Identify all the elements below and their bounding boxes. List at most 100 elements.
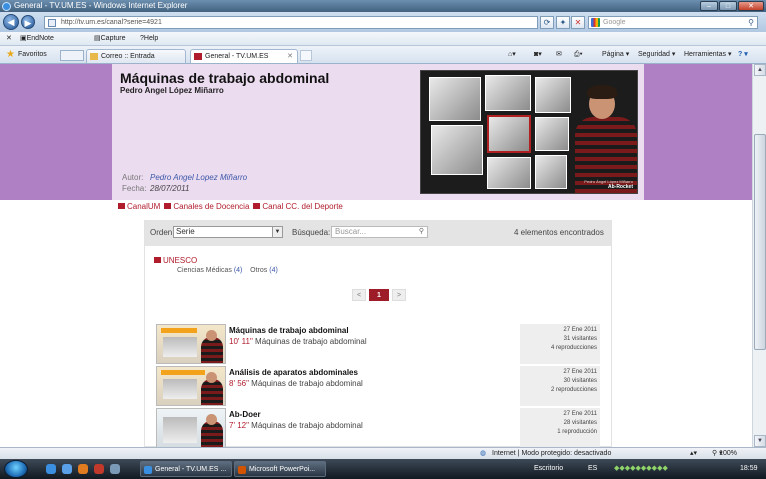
- minimize-button[interactable]: –: [700, 1, 718, 11]
- order-label: Orden: [150, 228, 173, 237]
- close-button[interactable]: ✕: [738, 1, 764, 11]
- next-page-button[interactable]: >: [392, 289, 406, 301]
- tools-menu[interactable]: Herramientas ▾: [684, 46, 731, 64]
- date-value: 28/07/2011: [150, 184, 190, 193]
- collage-photo: [485, 75, 531, 111]
- status-bar: ◍ Internet | Modo protegido: desactivado…: [0, 447, 766, 459]
- video-thumbnail[interactable]: [156, 408, 226, 447]
- quicklaunch-desktop-icon[interactable]: [62, 464, 72, 474]
- video-stats: 27 Ene 2011 30 visitantes 2 reproducciones: [520, 366, 600, 406]
- quicklaunch-firefox-icon[interactable]: [78, 464, 88, 474]
- help-menu[interactable]: ? ▾: [738, 46, 748, 64]
- breadcrumb-canalum[interactable]: CanalUM: [118, 202, 160, 211]
- author-link[interactable]: Pedro Angel Lopez Miñarro: [150, 173, 247, 182]
- globe-icon: ◍: [480, 450, 487, 457]
- presenter-photo: [571, 81, 637, 193]
- list-item[interactable]: Máquinas de trabajo abdominal 10' 11" Má…: [156, 324, 600, 364]
- list-item[interactable]: Ab-Doer 7' 12" Máquinas de trabajo abdom…: [156, 408, 600, 447]
- zone-settings-icon[interactable]: ▴▾: [690, 448, 697, 459]
- video-thumbnail[interactable]: [156, 324, 226, 364]
- quicklaunch-app-icon[interactable]: [94, 464, 104, 474]
- scroll-up-button[interactable]: ▲: [754, 64, 766, 76]
- help-link[interactable]: ? Help: [140, 32, 158, 46]
- search-icon[interactable]: ⚲: [419, 227, 424, 237]
- security-menu[interactable]: Seguridad ▾: [638, 46, 675, 64]
- video-title[interactable]: Análisis de aparatos abdominales: [229, 368, 358, 377]
- favorites-button[interactable]: Favoritos: [18, 46, 47, 64]
- taskbar-powerpoint-button[interactable]: Microsoft PowerPoi...: [234, 461, 326, 477]
- search-box[interactable]: Google ⚲: [588, 16, 758, 29]
- video-duration: 10' 11" Máquinas de trabajo abdominal: [229, 337, 367, 346]
- clock[interactable]: 18:59: [740, 459, 758, 479]
- links-toolbar: ✕ ▣ EndNote Web 3.3 ▤ Capture ? Help: [0, 32, 766, 56]
- address-input[interactable]: http://tv.um.es/canal?serie=4921: [44, 16, 538, 29]
- breadcrumb-canales-docencia[interactable]: Canales de Docencia: [164, 202, 249, 211]
- collage-photo: [431, 125, 483, 175]
- zoom-button[interactable]: ⚲ 100% ▾: [712, 448, 737, 459]
- toolbar-close-button[interactable]: ✕: [6, 32, 12, 46]
- video-stats: 27 Ene 2011 28 visitantes 1 reproducción: [520, 408, 600, 447]
- refresh-button[interactable]: ⟳: [540, 16, 554, 29]
- home-icon[interactable]: ⌂▾: [508, 46, 516, 64]
- page-menu[interactable]: Página ▾: [602, 46, 629, 64]
- video-title[interactable]: Máquinas de trabajo abdominal: [229, 326, 349, 335]
- author-label: Autor:: [122, 173, 144, 182]
- forward-button[interactable]: ▶: [21, 15, 35, 29]
- video-duration: 8' 56" Máquinas de trabajo abdominal: [229, 379, 363, 388]
- close-tab-icon[interactable]: ✕: [287, 50, 293, 64]
- back-button[interactable]: ◀: [3, 14, 19, 30]
- language-indicator[interactable]: ES: [588, 459, 597, 479]
- window-title: General - TV.UM.ES - Windows Internet Ex…: [14, 1, 188, 10]
- video-stats: 27 Ene 2011 31 visitantes 4 reproducciones: [520, 324, 600, 364]
- compat-view-button[interactable]: ✦: [556, 16, 570, 29]
- tray-icons[interactable]: ◆◆◆◆◆◆◆◆◆◆: [614, 459, 668, 479]
- endnote-link[interactable]: ▣ EndNote Web 3.3: [20, 32, 54, 56]
- stop-button[interactable]: ✕: [571, 16, 585, 29]
- tab-correo[interactable]: Correo :: Entrada: [86, 49, 186, 63]
- vertical-scrollbar[interactable]: ▲ ▼: [752, 64, 766, 447]
- page-subtitle: Pedro Angel López Miñarro: [120, 86, 224, 95]
- quicklaunch-switch-icon[interactable]: [110, 464, 120, 474]
- video-title[interactable]: Ab-Doer: [229, 410, 261, 419]
- results-count: 4 elementos encontrados: [514, 228, 604, 237]
- search-input[interactable]: Buscar... ⚲: [331, 226, 428, 238]
- subcategory-links: Ciencias Médicas (4) Otros (4): [177, 267, 278, 274]
- list-item[interactable]: Análisis de aparatos abdominales 8' 56" …: [156, 366, 600, 406]
- collage-photo: [535, 77, 571, 113]
- feeds-icon[interactable]: ◙▾: [534, 46, 542, 64]
- scroll-down-button[interactable]: ▼: [754, 435, 766, 447]
- print-icon[interactable]: ⎙▾: [574, 46, 583, 64]
- tab-bar: ★ Favoritos Correo :: Entrada General - …: [0, 46, 766, 64]
- subcategory-otros[interactable]: Otros (4): [250, 267, 278, 274]
- start-button[interactable]: [4, 460, 28, 478]
- maximize-button[interactable]: □: [719, 1, 737, 11]
- order-select[interactable]: Serie ▼: [173, 226, 283, 238]
- new-tab-button[interactable]: [300, 50, 312, 61]
- ie-logo-icon: [2, 2, 11, 11]
- zone-status[interactable]: Internet | Modo protegido: desactivado: [492, 448, 611, 459]
- mail-cmd-icon[interactable]: ✉: [556, 46, 562, 64]
- video-icon: [253, 203, 261, 209]
- scroll-thumb[interactable]: [754, 134, 766, 350]
- window-controls: – □ ✕: [700, 1, 764, 11]
- video-icon: [164, 203, 172, 209]
- desktop-toolbar[interactable]: Escritorio: [534, 459, 563, 479]
- tab-general[interactable]: General - TV.UM.ES ✕: [190, 49, 298, 63]
- collage-photo: [429, 77, 481, 121]
- quick-tabs-button[interactable]: [60, 50, 84, 61]
- breadcrumb-canal-deporte[interactable]: Canal CC. del Deporte: [253, 202, 343, 211]
- favorites-star-icon: ★: [6, 49, 15, 60]
- hero-caption-title: Ab-Rocket: [607, 184, 633, 190]
- category-unesco[interactable]: UNESCO: [154, 256, 197, 265]
- page-1-button[interactable]: 1: [369, 289, 389, 301]
- taskbar-ie-button[interactable]: General - TV.UM.ES ...: [140, 461, 232, 477]
- prev-page-button[interactable]: <: [352, 289, 366, 301]
- subcategory-ciencias-medicas[interactable]: Ciencias Médicas (4): [177, 267, 242, 274]
- search-icon[interactable]: ⚲: [748, 17, 754, 28]
- capture-link[interactable]: ▤ Capture: [94, 32, 126, 46]
- address-row: ◀ ▶ http://tv.um.es/canal?serie=4921 ⟳ ✦…: [0, 12, 766, 32]
- quicklaunch-ie-icon[interactable]: [46, 464, 56, 474]
- video-thumbnail[interactable]: [156, 366, 226, 406]
- search-label: Búsqueda:: [292, 228, 331, 237]
- chevron-down-icon[interactable]: ▼: [272, 227, 282, 237]
